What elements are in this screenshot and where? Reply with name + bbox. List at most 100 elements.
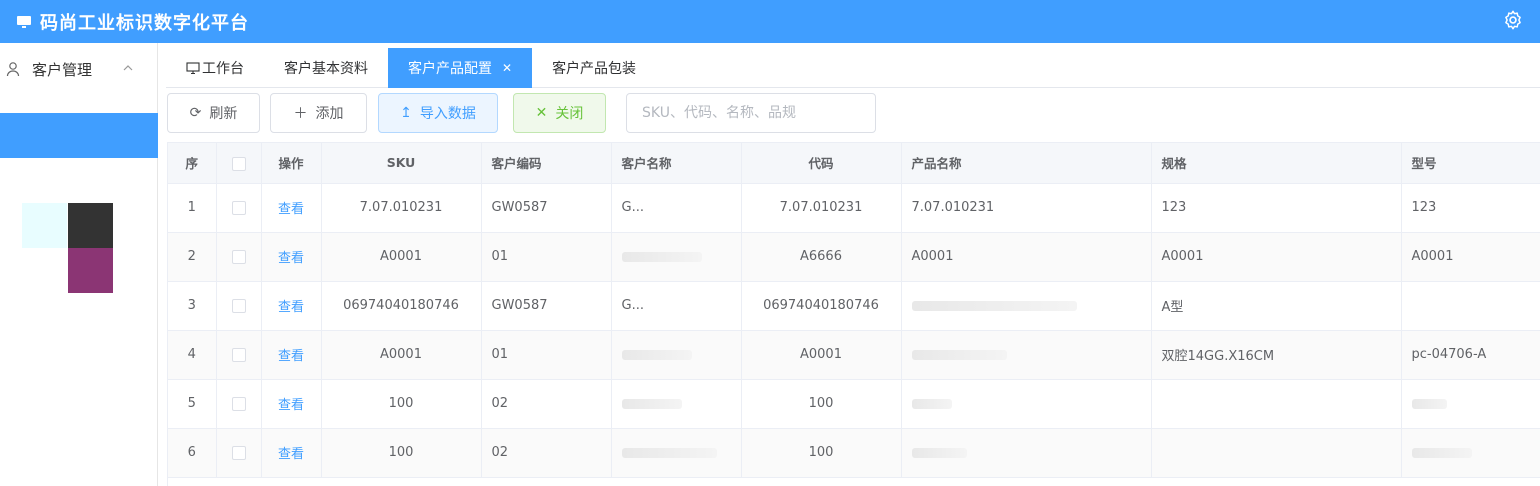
sidebar-item-customer-management[interactable]: 客户管理 — [0, 49, 158, 89]
table-row: 3 查看 06974040180746 GW0587 G... 06974040… — [168, 281, 1540, 331]
sidebar-item-active[interactable] — [0, 113, 158, 158]
model-cell — [1401, 428, 1540, 478]
redacted-text — [911, 398, 952, 409]
checkbox[interactable] — [231, 249, 246, 264]
checkbox[interactable] — [231, 445, 246, 460]
row-index: 1 — [168, 183, 217, 233]
customer-code-cell: 01 — [481, 330, 612, 380]
sidebar-item-label: 客户管理 — [32, 60, 93, 79]
view-link[interactable]: 查看 — [278, 349, 304, 364]
tab-customer-product-packaging[interactable]: 客户产品包装 — [532, 48, 656, 88]
plus-icon: ＋ — [293, 106, 308, 122]
spec-cell: A0001 — [1151, 232, 1402, 282]
row-index: 5 — [168, 379, 217, 429]
product-name-cell: A0001 — [901, 232, 1152, 282]
table-row: 6 查看 100 02 100 — [168, 428, 1540, 478]
model-cell: pc-04706-A — [1401, 330, 1540, 380]
checkbox[interactable] — [231, 298, 246, 313]
row-checkbox-cell[interactable] — [216, 330, 262, 380]
customer-code-cell: 01 — [481, 232, 612, 282]
column-header-model: 型号 — [1401, 143, 1540, 184]
column-header-customer-code: 客户编码 — [481, 143, 612, 184]
spec-cell — [1151, 428, 1402, 478]
column-header-code: 代码 — [741, 143, 902, 184]
refresh-icon: ⟳ — [189, 105, 202, 121]
app-title: 码尚工业标识数字化平台 — [40, 12, 249, 34]
column-header-index: 序 — [168, 143, 217, 184]
checkbox[interactable] — [231, 156, 246, 171]
view-link[interactable]: 查看 — [278, 251, 304, 266]
redacted-text — [1411, 398, 1447, 409]
code-cell: 06974040180746 — [741, 281, 902, 331]
spec-cell: 123 — [1151, 183, 1402, 233]
chevron-up-icon — [123, 65, 133, 71]
redacted-text — [911, 447, 967, 458]
product-name-cell — [901, 330, 1152, 380]
product-name-cell: 7.07.010231 — [901, 183, 1152, 233]
code-cell: A0001 — [741, 330, 902, 380]
row-checkbox-cell[interactable] — [216, 183, 262, 233]
refresh-button[interactable]: ⟳ 刷新 — [167, 93, 260, 133]
column-header-sku: SKU — [321, 143, 482, 184]
search-input[interactable] — [626, 93, 876, 133]
redacted-text — [621, 398, 682, 409]
select-all-checkbox-cell[interactable] — [216, 143, 262, 184]
tab-customer-product-config[interactable]: 客户产品配置 ✕ — [388, 48, 533, 88]
redacted-text — [621, 447, 717, 458]
row-checkbox-cell[interactable] — [216, 379, 262, 429]
sku-cell: A0001 — [321, 232, 482, 282]
close-icon: ✕ — [535, 105, 548, 121]
code-cell: A6666 — [741, 232, 902, 282]
product-name-cell — [901, 281, 1152, 331]
row-checkbox-cell[interactable] — [216, 232, 262, 282]
row-checkbox-cell[interactable] — [216, 428, 262, 478]
gear-icon[interactable] — [1502, 9, 1524, 31]
product-config-table: 序 操作 SKU 客户编码 客户名称 代码 产品名称 规格 型号 1 查看 7.… — [167, 142, 1540, 486]
row-index: 2 — [168, 232, 217, 282]
code-cell: 100 — [741, 428, 902, 478]
customer-name-cell — [611, 330, 742, 380]
tab-bar: 工作台 客户基本资料 客户产品配置 ✕ 客户产品包装 — [166, 48, 1540, 88]
customer-code-cell: GW0587 — [481, 281, 612, 331]
app-header: 码尚工业标识数字化平台 — [0, 0, 1540, 43]
model-cell: A0001 — [1401, 232, 1540, 282]
close-icon[interactable]: ✕ — [502, 61, 512, 75]
add-button[interactable]: ＋ 添加 — [270, 93, 367, 133]
customer-name-cell — [611, 428, 742, 478]
customer-name-cell: G... — [611, 183, 742, 233]
view-link[interactable]: 查看 — [278, 202, 304, 217]
column-header-spec: 规格 — [1151, 143, 1402, 184]
redacted-text — [621, 251, 702, 262]
customer-code-cell: 02 — [481, 379, 612, 429]
column-header-customer-name: 客户名称 — [611, 143, 742, 184]
view-link[interactable]: 查看 — [278, 398, 304, 413]
import-data-button[interactable]: ↥ 导入数据 — [378, 93, 498, 133]
customer-code-cell: GW0587 — [481, 183, 612, 233]
sku-cell: 06974040180746 — [321, 281, 482, 331]
product-name-cell — [901, 428, 1152, 478]
sku-cell: 100 — [321, 379, 482, 429]
row-checkbox-cell[interactable] — [216, 281, 262, 331]
checkbox[interactable] — [231, 396, 246, 411]
row-index: 6 — [168, 428, 217, 478]
code-cell: 100 — [741, 379, 902, 429]
tab-customer-basic-info[interactable]: 客户基本资料 — [264, 48, 388, 88]
redacted-text — [911, 349, 1007, 360]
user-icon — [6, 62, 20, 77]
table-row: 5 查看 100 02 100 — [168, 379, 1540, 429]
upload-icon: ↥ — [400, 105, 412, 121]
table-row: 2 查看 A0001 01 A6666 A0001 A0001 A0001 — [168, 232, 1540, 282]
view-link[interactable]: 查看 — [278, 300, 304, 315]
model-cell — [1401, 379, 1540, 429]
view-link[interactable]: 查看 — [278, 447, 304, 462]
redacted-text — [1411, 447, 1472, 458]
row-index: 4 — [168, 330, 217, 380]
tab-workbench[interactable]: 工作台 — [166, 48, 264, 88]
monitor-icon — [186, 62, 200, 75]
spec-cell: A型 — [1151, 281, 1402, 331]
checkbox[interactable] — [231, 200, 246, 215]
checkbox[interactable] — [231, 347, 246, 362]
colored-block-image — [22, 203, 113, 293]
product-name-cell — [901, 379, 1152, 429]
close-button[interactable]: ✕ 关闭 — [513, 93, 606, 133]
